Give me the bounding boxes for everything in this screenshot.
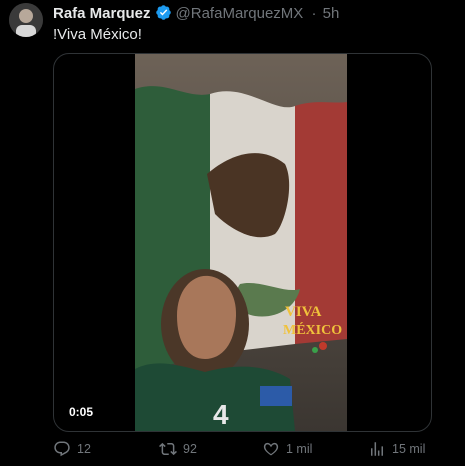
verified-badge-icon xyxy=(155,4,172,26)
post-time[interactable]: 5h xyxy=(323,5,340,22)
analytics-icon xyxy=(368,440,386,458)
author-handle[interactable]: @RafaMarquezMX xyxy=(176,5,304,22)
repost-button[interactable]: 92 xyxy=(159,440,197,458)
views-button[interactable]: 15 mil xyxy=(368,440,425,458)
separator-dot: · xyxy=(311,5,317,22)
video-player[interactable]: 4 VIVA MÉXICO 0:05 xyxy=(53,53,432,432)
reply-icon xyxy=(53,440,71,458)
tweet-header: Rafa Marquez @RafaMarquezMX · 5h xyxy=(53,4,339,26)
tweet-text: !Viva México! xyxy=(53,26,142,43)
tweet-actions: 12 92 1 mil 15 mil xyxy=(53,440,433,460)
reply-button[interactable]: 12 xyxy=(53,440,91,458)
video-timestamp: 0:05 xyxy=(63,403,100,421)
repost-count: 92 xyxy=(183,442,197,456)
author-name[interactable]: Rafa Marquez xyxy=(53,5,151,22)
tweet[interactable]: Rafa Marquez @RafaMarquezMX · 5h !Viva Mé… xyxy=(0,0,465,466)
viva-text: VIVA xyxy=(285,304,322,320)
avatar[interactable] xyxy=(9,3,43,37)
mexico-text: MÉXICO xyxy=(283,321,342,338)
reply-count: 12 xyxy=(77,442,91,456)
heart-icon xyxy=(262,440,280,458)
like-count: 1 mil xyxy=(286,442,313,456)
like-button[interactable]: 1 mil xyxy=(262,440,312,458)
jersey-number: 4 xyxy=(213,399,229,430)
views-count: 15 mil xyxy=(392,442,426,456)
video-frame[interactable]: 4 VIVA MÉXICO xyxy=(135,54,347,431)
repost-icon xyxy=(159,440,177,458)
